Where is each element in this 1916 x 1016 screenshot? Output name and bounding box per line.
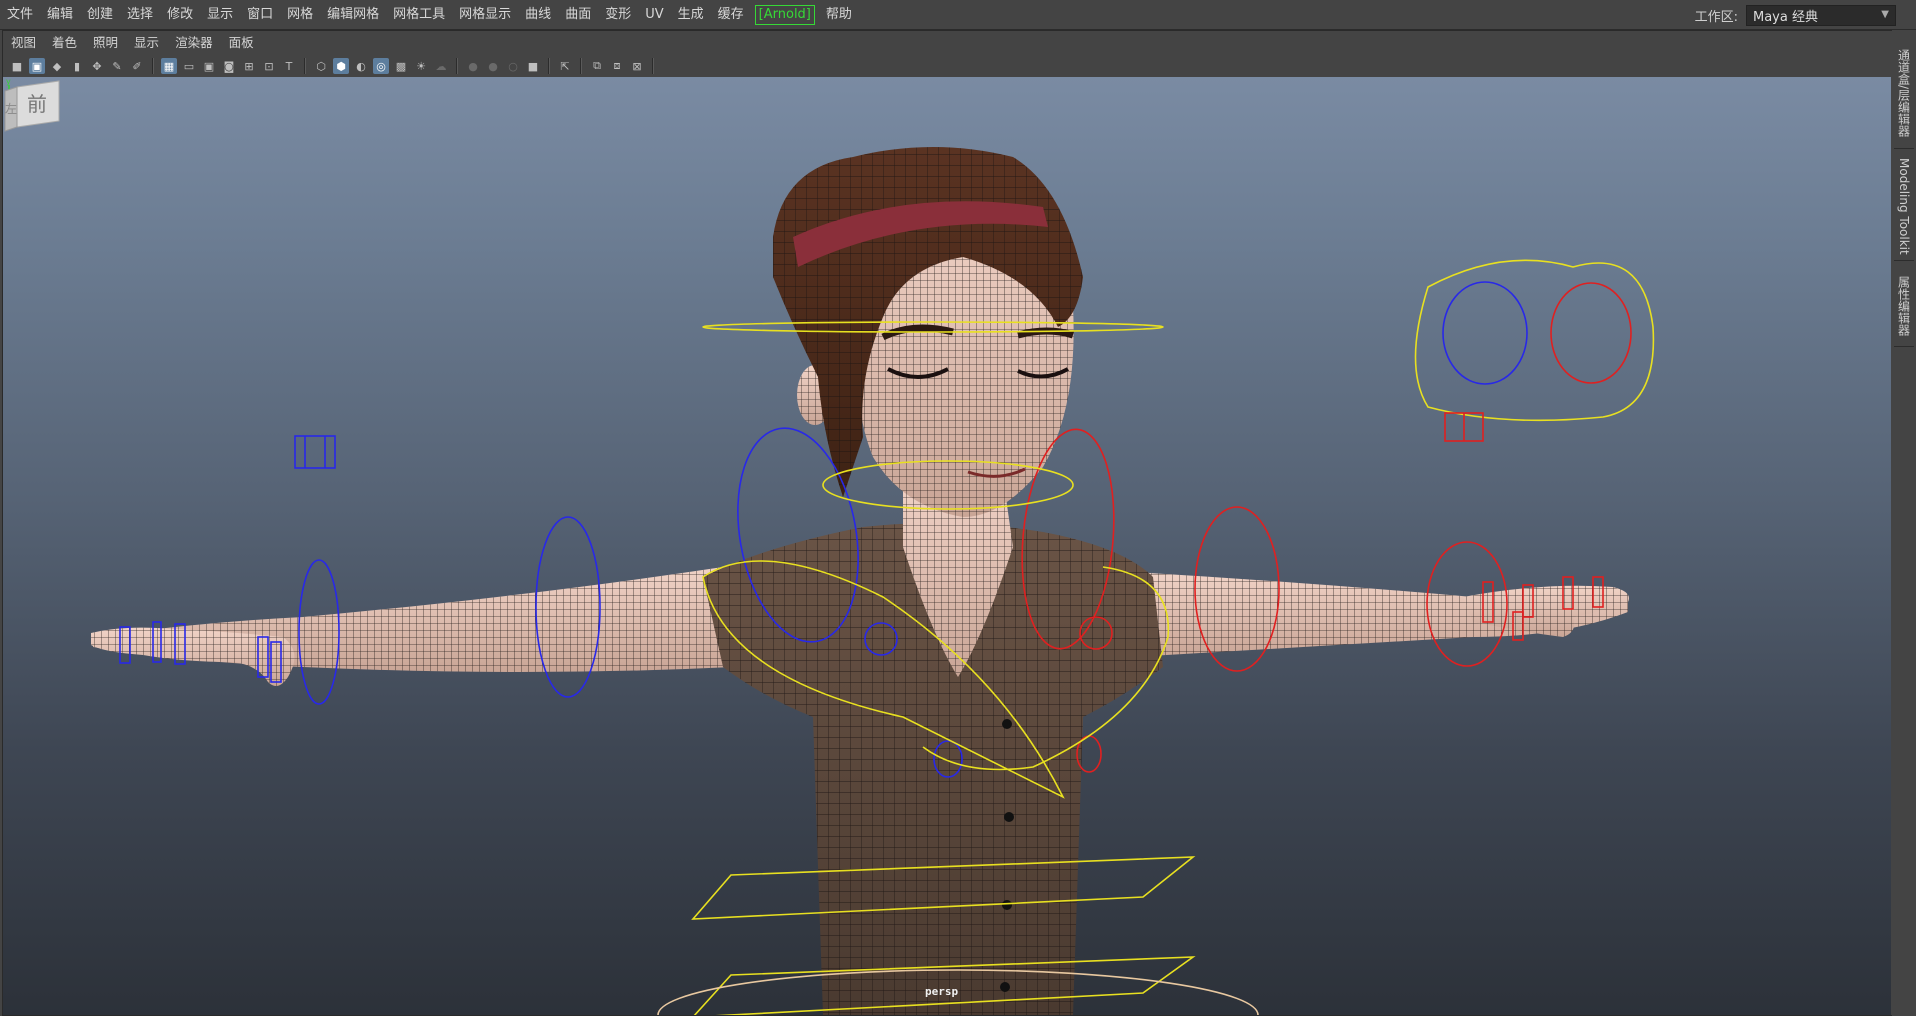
resolution-gate-icon[interactable]: ▣: [201, 58, 217, 74]
screen-space-ao-icon[interactable]: ●: [465, 58, 481, 74]
menu-window[interactable]: 窗口: [240, 0, 280, 30]
smooth-shade-icon[interactable]: ⬢: [333, 58, 349, 74]
toolbar-separator: [304, 58, 306, 74]
menu-curves[interactable]: 曲线: [518, 0, 558, 30]
menu-display[interactable]: 显示: [200, 0, 240, 30]
workspace-dropdown[interactable]: Maya 经典 ▼: [1746, 4, 1896, 26]
menu-cache[interactable]: 缓存: [711, 0, 751, 30]
anti-aliasing-icon[interactable]: ○: [505, 58, 521, 74]
panel-menu-show[interactable]: 显示: [126, 31, 167, 55]
viewcube-front-label: 前: [27, 92, 47, 116]
menu-arnold[interactable]: [Arnold]: [754, 4, 815, 25]
pencil-icon[interactable]: ✐: [129, 58, 145, 74]
xray-joints-icon[interactable]: ⊠: [629, 58, 645, 74]
menu-generate[interactable]: 生成: [671, 0, 711, 30]
viewcube-left-label: 左: [5, 101, 17, 116]
grease-pencil-icon[interactable]: ✎: [109, 58, 125, 74]
isolate-select-icon[interactable]: ⇱: [557, 58, 573, 74]
depth-of-field-icon[interactable]: ■: [525, 58, 541, 74]
grid-icon[interactable]: ▦: [161, 58, 177, 74]
perspective-viewport[interactable]: persp y z 前 左: [3, 77, 1891, 1015]
panel-menu-panels[interactable]: 面板: [221, 31, 262, 55]
menu-create[interactable]: 创建: [80, 0, 120, 30]
workspace-value: Maya 经典: [1753, 9, 1818, 25]
chevron-down-icon: ▼: [1881, 8, 1889, 20]
tab-modeling-toolkit[interactable]: Modeling Toolkit: [1894, 152, 1914, 261]
default-material-icon[interactable]: ◐: [353, 58, 369, 74]
menu-file[interactable]: 文件: [0, 0, 40, 30]
motion-blur-icon[interactable]: ●: [485, 58, 501, 74]
safe-action-icon[interactable]: ⊡: [261, 58, 277, 74]
field-chart-icon[interactable]: ⊞: [241, 58, 257, 74]
safe-title-icon[interactable]: T: [281, 58, 297, 74]
menu-uv[interactable]: UV: [638, 0, 670, 30]
panel-menu-shading[interactable]: 着色: [44, 31, 85, 55]
bookmark-icon[interactable]: ◆: [49, 58, 65, 74]
panel-toolbar: ■ ▣ ◆ ▮ ✥ ✎ ✐ ▦ ▭ ▣ ◙ ⊞ ⊡ T ⬡ ⬢ ◐ ◎ ▩ ☀ …: [3, 55, 1893, 77]
panel-menu-renderer[interactable]: 渲染器: [167, 31, 221, 55]
camera-icon[interactable]: ■: [9, 58, 25, 74]
wireframe-icon[interactable]: ⬡: [313, 58, 329, 74]
tab-attribute-editor[interactable]: 属性编辑器: [1894, 266, 1914, 347]
menu-mesh-display[interactable]: 网格显示: [452, 0, 518, 30]
main-menu-bar: 文件 编辑 创建 选择 修改 显示 窗口 网格 编辑网格 网格工具 网格显示 曲…: [0, 0, 1916, 30]
textured-icon[interactable]: ▩: [393, 58, 409, 74]
menu-mesh-tools[interactable]: 网格工具: [386, 0, 452, 30]
toolbar-separator: [152, 58, 154, 74]
character-mesh[interactable]: [91, 147, 1629, 1015]
toolbar-separator: [456, 58, 458, 74]
panel-menu-lighting[interactable]: 照明: [85, 31, 126, 55]
wireframe-on-shaded-icon[interactable]: ◎: [373, 58, 389, 74]
menu-help[interactable]: 帮助: [819, 0, 859, 30]
film-gate-icon[interactable]: ▭: [181, 58, 197, 74]
menu-modify[interactable]: 修改: [160, 0, 200, 30]
xray-active-components-icon[interactable]: ⧈: [609, 58, 625, 74]
toolbar-separator: [548, 58, 550, 74]
viewcube[interactable]: 前 左: [3, 77, 65, 139]
panel-menu-bar: 视图 着色 照明 显示 渲染器 面板: [3, 31, 1893, 55]
scene-canvas: [91, 147, 1655, 1015]
right-side-tabs: 通道盒/层编辑器 Modeling Toolkit 属性编辑器: [1892, 30, 1916, 1016]
workspace-selector: 工作区: Maya 经典 ▼: [1695, 0, 1916, 30]
toolbar-separator: [580, 58, 582, 74]
image-plane-icon[interactable]: ▮: [69, 58, 85, 74]
viewport-panel: 视图 着色 照明 显示 渲染器 面板 ■ ▣ ◆ ▮ ✥ ✎ ✐ ▦ ▭ ▣ ◙…: [2, 30, 1894, 1016]
gate-mask-icon[interactable]: ◙: [221, 58, 237, 74]
camera-name-label: persp: [925, 985, 959, 998]
two-d-pan-zoom-icon[interactable]: ✥: [89, 58, 105, 74]
xray-icon[interactable]: ⧉: [589, 58, 605, 74]
menu-edit[interactable]: 编辑: [40, 0, 80, 30]
workspace-label: 工作区:: [1694, 9, 1738, 25]
tab-channel-box[interactable]: 通道盒/层编辑器: [1894, 38, 1914, 149]
menu-select[interactable]: 选择: [120, 0, 160, 30]
menu-deform[interactable]: 变形: [598, 0, 638, 30]
panel-menu-view[interactable]: 视图: [3, 31, 44, 55]
menu-surfaces[interactable]: 曲面: [558, 0, 598, 30]
lights-icon[interactable]: ☀: [413, 58, 429, 74]
camera-attributes-icon[interactable]: ▣: [29, 58, 45, 74]
shadows-icon[interactable]: ☁: [433, 58, 449, 74]
menu-mesh[interactable]: 网格: [280, 0, 320, 30]
menu-edit-mesh[interactable]: 编辑网格: [320, 0, 386, 30]
toolbar-separator: [652, 58, 654, 74]
